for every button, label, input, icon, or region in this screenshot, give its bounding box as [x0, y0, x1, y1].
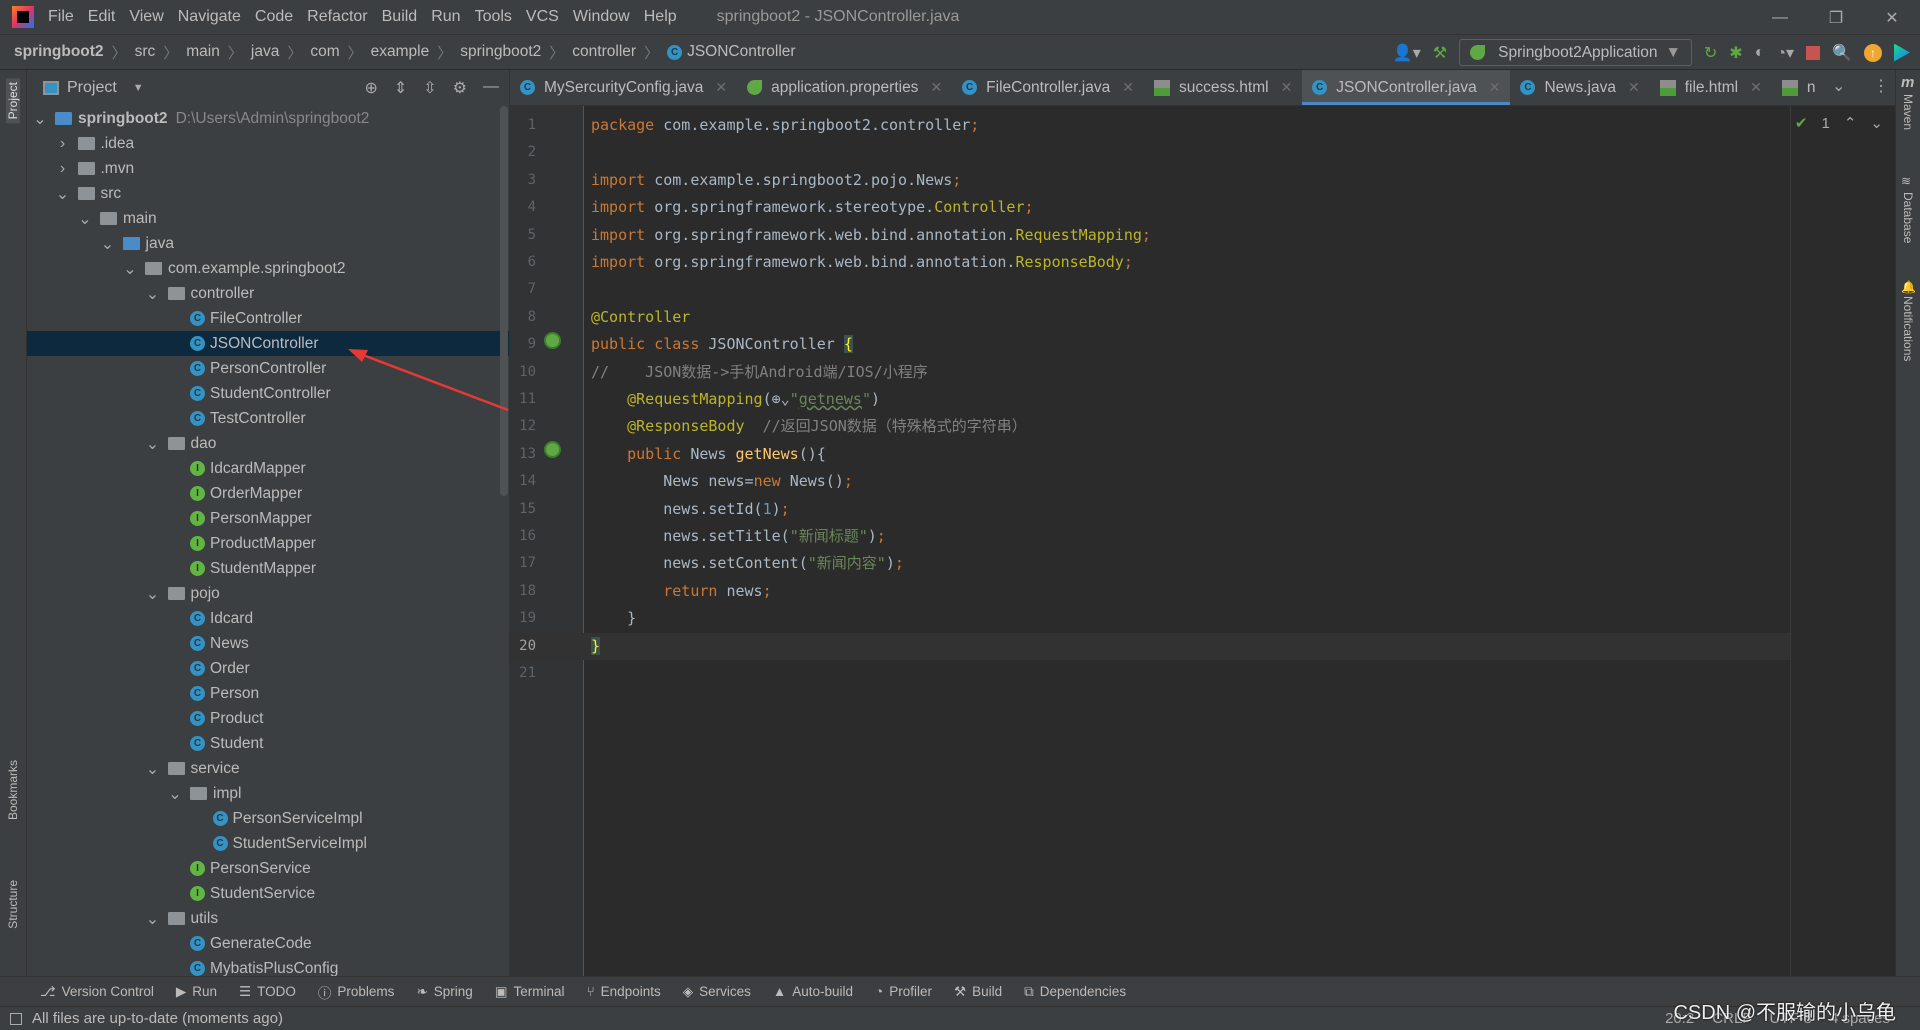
watermark: CSDN @不服输的小乌龟	[1673, 1002, 1896, 1024]
tool-services[interactable]: ◈ Services	[683, 984, 751, 1000]
tool-icon: ◔	[875, 984, 884, 999]
tool-label: Run	[192, 984, 218, 999]
tool-icon: ▣	[494, 983, 508, 999]
tool-icon: ☰	[239, 983, 252, 999]
status-bar: All files are up-to-date (moments ago) 2…	[0, 1006, 1920, 1030]
tool-label: Build	[972, 984, 1003, 999]
tool-dependencies[interactable]: ⧉ Dependencies	[1024, 984, 1126, 1000]
tool-label: Version Control	[61, 984, 154, 999]
tool-run[interactable]: ▶ Run	[176, 984, 217, 1000]
tool-terminal[interactable]: ▣ Terminal	[495, 984, 565, 1000]
tool-profiler[interactable]: ◔ Profiler	[875, 984, 932, 999]
tool-icon: ⚒	[953, 983, 967, 999]
tool-icon: ▶	[175, 983, 187, 999]
tool-icon: ▲	[772, 984, 787, 999]
tool-label: Services	[699, 984, 751, 999]
tool-label: Auto-build	[792, 984, 854, 999]
tool-icon: ⑂	[586, 984, 595, 999]
tool-label: Profiler	[889, 984, 932, 999]
tool-build[interactable]: ⚒ Build	[954, 984, 1002, 1000]
tool-label: Terminal	[513, 984, 565, 999]
status-message: All files are up-to-date (moments ago)	[32, 1010, 283, 1027]
tool-label: Problems	[337, 984, 395, 999]
annotation-arrow	[348, 349, 509, 412]
tool-label: Spring	[433, 984, 473, 999]
tool-icon: ❧	[416, 983, 428, 999]
tool-label: TODO	[257, 984, 296, 999]
tool-todo[interactable]: ☰ TODO	[239, 984, 296, 1000]
bottom-tool-bar: ⎇ Version Control ▶ Run ☰ TODO ⓘ Problems ❧ Sprin…	[0, 976, 1920, 1006]
tool-icon: ⓘ	[317, 985, 332, 1001]
tool-auto-build[interactable]: ▲ Auto-build	[773, 984, 853, 999]
tool-problems[interactable]: ⓘ Problems	[318, 982, 395, 1002]
tool-icon: ⧉	[1024, 983, 1034, 999]
tool-icon: ◈	[682, 983, 694, 999]
tool-version-control[interactable]: ⎇ Version Control	[40, 984, 154, 1000]
tool-label: Endpoints	[600, 984, 661, 999]
tool-label: Dependencies	[1039, 984, 1127, 999]
layout-icon[interactable]	[10, 1012, 22, 1025]
tool-icon: ⎇	[40, 983, 56, 999]
tool-endpoints[interactable]: ⑂ Endpoints	[587, 984, 661, 999]
tool-spring[interactable]: ❧ Spring	[416, 984, 472, 1000]
